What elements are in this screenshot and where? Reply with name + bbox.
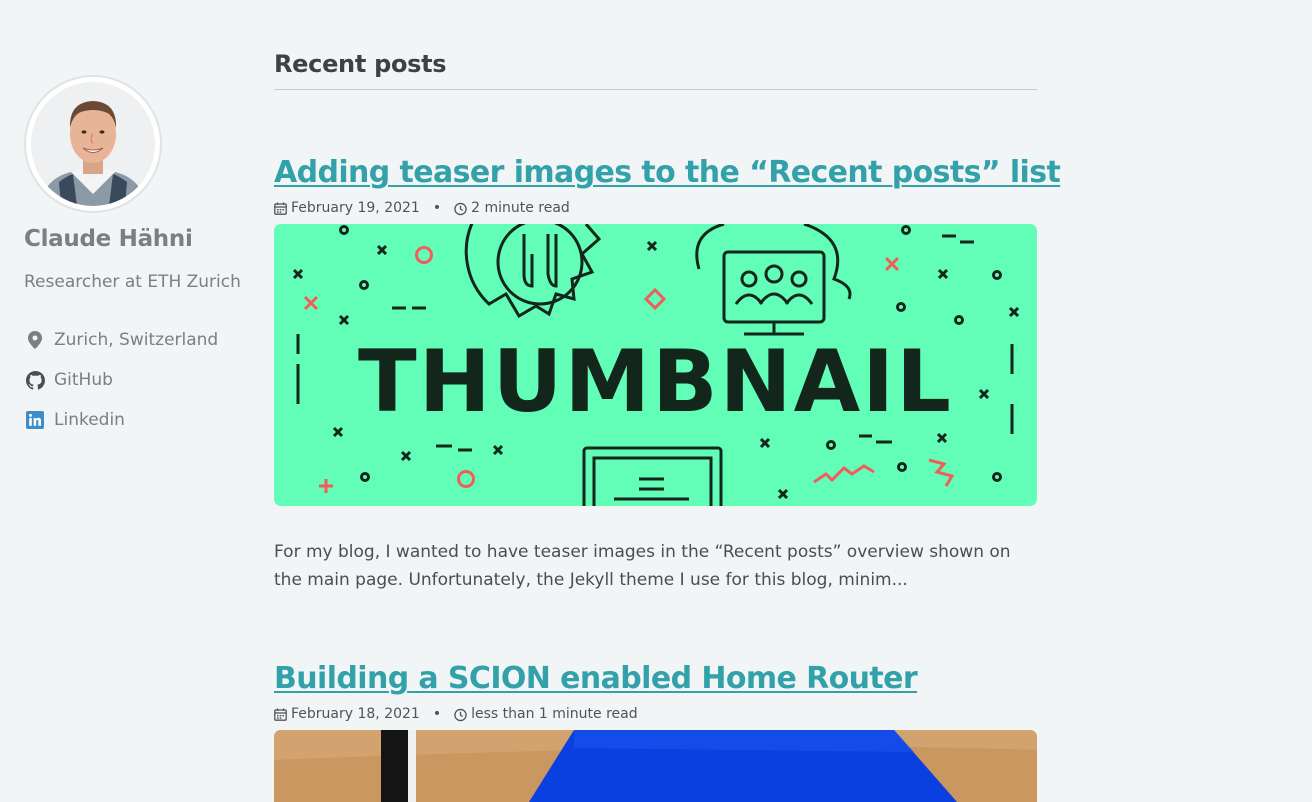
teaser-thumbnail-text: THUMBNAIL xyxy=(358,332,953,432)
post-title-link[interactable]: Building a SCION enabled Home Router xyxy=(274,660,1037,698)
main-content: Recent posts Adding teaser images to the… xyxy=(274,50,1061,802)
author-sidebar: Claude Hähni Researcher at ETH Zurich Zu… xyxy=(24,75,254,440)
meta-separator: • xyxy=(432,706,442,722)
github-icon xyxy=(24,369,46,391)
location-label: Zurich, Switzerland xyxy=(54,330,219,350)
calendar-icon xyxy=(274,708,287,721)
avatar[interactable] xyxy=(24,75,162,213)
meta-separator: • xyxy=(432,200,442,216)
post-teaser-image[interactable] xyxy=(274,730,1037,802)
section-title: Recent posts xyxy=(274,50,1037,90)
post-meta: February 19, 2021 • 2 minute read xyxy=(274,198,1037,218)
calendar-icon xyxy=(274,202,287,215)
post-excerpt: For my blog, I wanted to have teaser ima… xyxy=(274,542,1011,590)
author-link-github[interactable]: GitHub xyxy=(24,360,254,400)
post-teaser-image[interactable]: THUMBNAIL xyxy=(274,224,1037,506)
author-links: Zurich, Switzerland GitHub Linkedin xyxy=(24,320,254,440)
post-item: Building a SCION enabled Home Router Feb… xyxy=(274,660,1037,802)
author-bio: Researcher at ETH Zurich xyxy=(24,272,241,292)
post-read-time: 2 minute read xyxy=(471,200,570,216)
post-meta: February 18, 2021 • less than 1 minute r… xyxy=(274,704,1037,724)
linkedin-link-label[interactable]: Linkedin xyxy=(54,410,125,430)
author-link-location: Zurich, Switzerland xyxy=(24,320,254,360)
avatar-photo xyxy=(31,82,155,206)
post-date: February 19, 2021 xyxy=(291,200,420,216)
clock-icon xyxy=(454,202,467,215)
post-item: Adding teaser images to the “Recent post… xyxy=(274,154,1061,594)
post-title-link[interactable]: Adding teaser images to the “Recent post… xyxy=(274,154,1061,192)
clock-icon xyxy=(454,708,467,721)
author-link-linkedin[interactable]: Linkedin xyxy=(24,400,254,440)
github-link-label[interactable]: GitHub xyxy=(54,370,113,390)
linkedin-icon xyxy=(24,409,46,431)
map-marker-icon xyxy=(24,329,46,351)
author-name: Claude Hähni xyxy=(24,226,193,252)
post-date: February 18, 2021 xyxy=(291,706,420,722)
post-read-time: less than 1 minute read xyxy=(471,706,638,722)
router-photo xyxy=(274,730,1037,802)
